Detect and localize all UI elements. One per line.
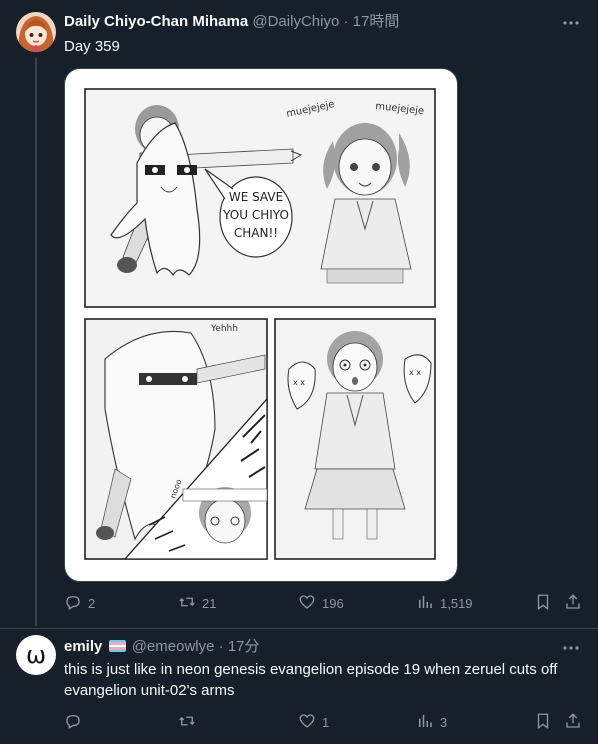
bookmark-button[interactable]	[534, 592, 558, 614]
tweet-emily[interactable]: ω emily @emeowlye · 17分 this is just lik…	[0, 629, 598, 744]
tweet-header: emily @emeowlye · 17分	[64, 637, 260, 657]
share-icon	[564, 593, 588, 614]
like-button[interactable]: 1	[298, 711, 329, 733]
reply-icon	[64, 593, 88, 614]
separator: ·	[343, 13, 349, 30]
reply-button[interactable]: 2	[64, 592, 95, 614]
tweet-text: Day 359	[64, 38, 120, 55]
speech-line-3: CHAN!!	[234, 226, 278, 240]
tweet-text-line-1: this is just like in neon genesis evange…	[64, 661, 558, 678]
display-name[interactable]: emily	[64, 638, 102, 655]
views-button[interactable]: 3	[416, 711, 447, 733]
thread-line	[35, 58, 37, 626]
like-icon	[298, 593, 322, 614]
reply-button[interactable]	[64, 711, 88, 733]
more-icon[interactable]	[562, 14, 580, 36]
separator: ·	[218, 638, 224, 655]
like-button[interactable]: 196	[298, 592, 344, 614]
display-name[interactable]: Daily Chiyo-Chan Mihama	[64, 13, 248, 30]
tweet-text: this is just like in neon genesis evange…	[64, 659, 584, 701]
like-count: 1	[322, 714, 330, 730]
retweet-icon	[178, 712, 202, 733]
more-icon[interactable]	[562, 639, 580, 661]
reply-icon	[64, 712, 88, 733]
tweet-daily-chiyo[interactable]: Daily Chiyo-Chan Mihama @DailyChiyo · 17…	[0, 0, 598, 628]
handle[interactable]: @DailyChiyo	[252, 13, 339, 30]
retweet-count: 21	[202, 595, 217, 611]
comic-panel-top: WE SAVE YOU CHIYO CHAN!! muejejeje mueje…	[84, 88, 436, 308]
bookmark-icon	[534, 593, 558, 614]
comic-panel-bottom-left: Yehhh nooo	[84, 318, 268, 560]
tweet-actions: 2 21 196 1,519	[64, 592, 584, 614]
retweet-button[interactable]	[178, 711, 202, 733]
views-count: 3	[440, 714, 448, 730]
tweet-text-line-2: evangelion unit-02's arms	[64, 682, 235, 699]
avatar-face: ω	[25, 641, 47, 669]
svg-text:x x: x x	[293, 378, 305, 387]
bookmark-button[interactable]	[534, 711, 558, 733]
views-icon	[416, 593, 440, 614]
speech-line-2: YOU CHIYO	[222, 208, 289, 222]
retweet-icon	[178, 593, 202, 614]
views-button[interactable]: 1,519	[416, 592, 473, 614]
comic-image[interactable]: WE SAVE YOU CHIYO CHAN!! muejejeje mueje…	[64, 68, 458, 582]
views-icon	[416, 712, 440, 733]
share-icon	[564, 712, 588, 733]
tweet-header: Daily Chiyo-Chan Mihama @DailyChiyo · 17…	[64, 12, 399, 32]
reply-count: 2	[88, 595, 96, 611]
svg-text:x x: x x	[409, 368, 421, 377]
like-icon	[298, 712, 322, 733]
sfx-yehhh: Yehhh	[210, 324, 238, 334]
handle[interactable]: @emeowlye	[132, 638, 215, 655]
share-button[interactable]	[564, 711, 588, 733]
share-button[interactable]	[564, 592, 588, 614]
trans-flag-icon	[108, 640, 126, 652]
retweet-button[interactable]: 21	[178, 592, 216, 614]
avatar[interactable]: ω	[16, 635, 56, 675]
avatar[interactable]	[16, 12, 56, 52]
timestamp[interactable]: 17分	[228, 638, 260, 655]
like-count: 196	[322, 595, 344, 611]
bookmark-icon	[534, 712, 558, 733]
views-count: 1,519	[440, 595, 473, 611]
timestamp[interactable]: 17時間	[353, 13, 400, 30]
speech-line-1: WE SAVE	[229, 190, 283, 204]
tweet-actions: 1 3	[64, 711, 584, 733]
comic-panel-bottom-right: x x x x	[274, 318, 436, 560]
